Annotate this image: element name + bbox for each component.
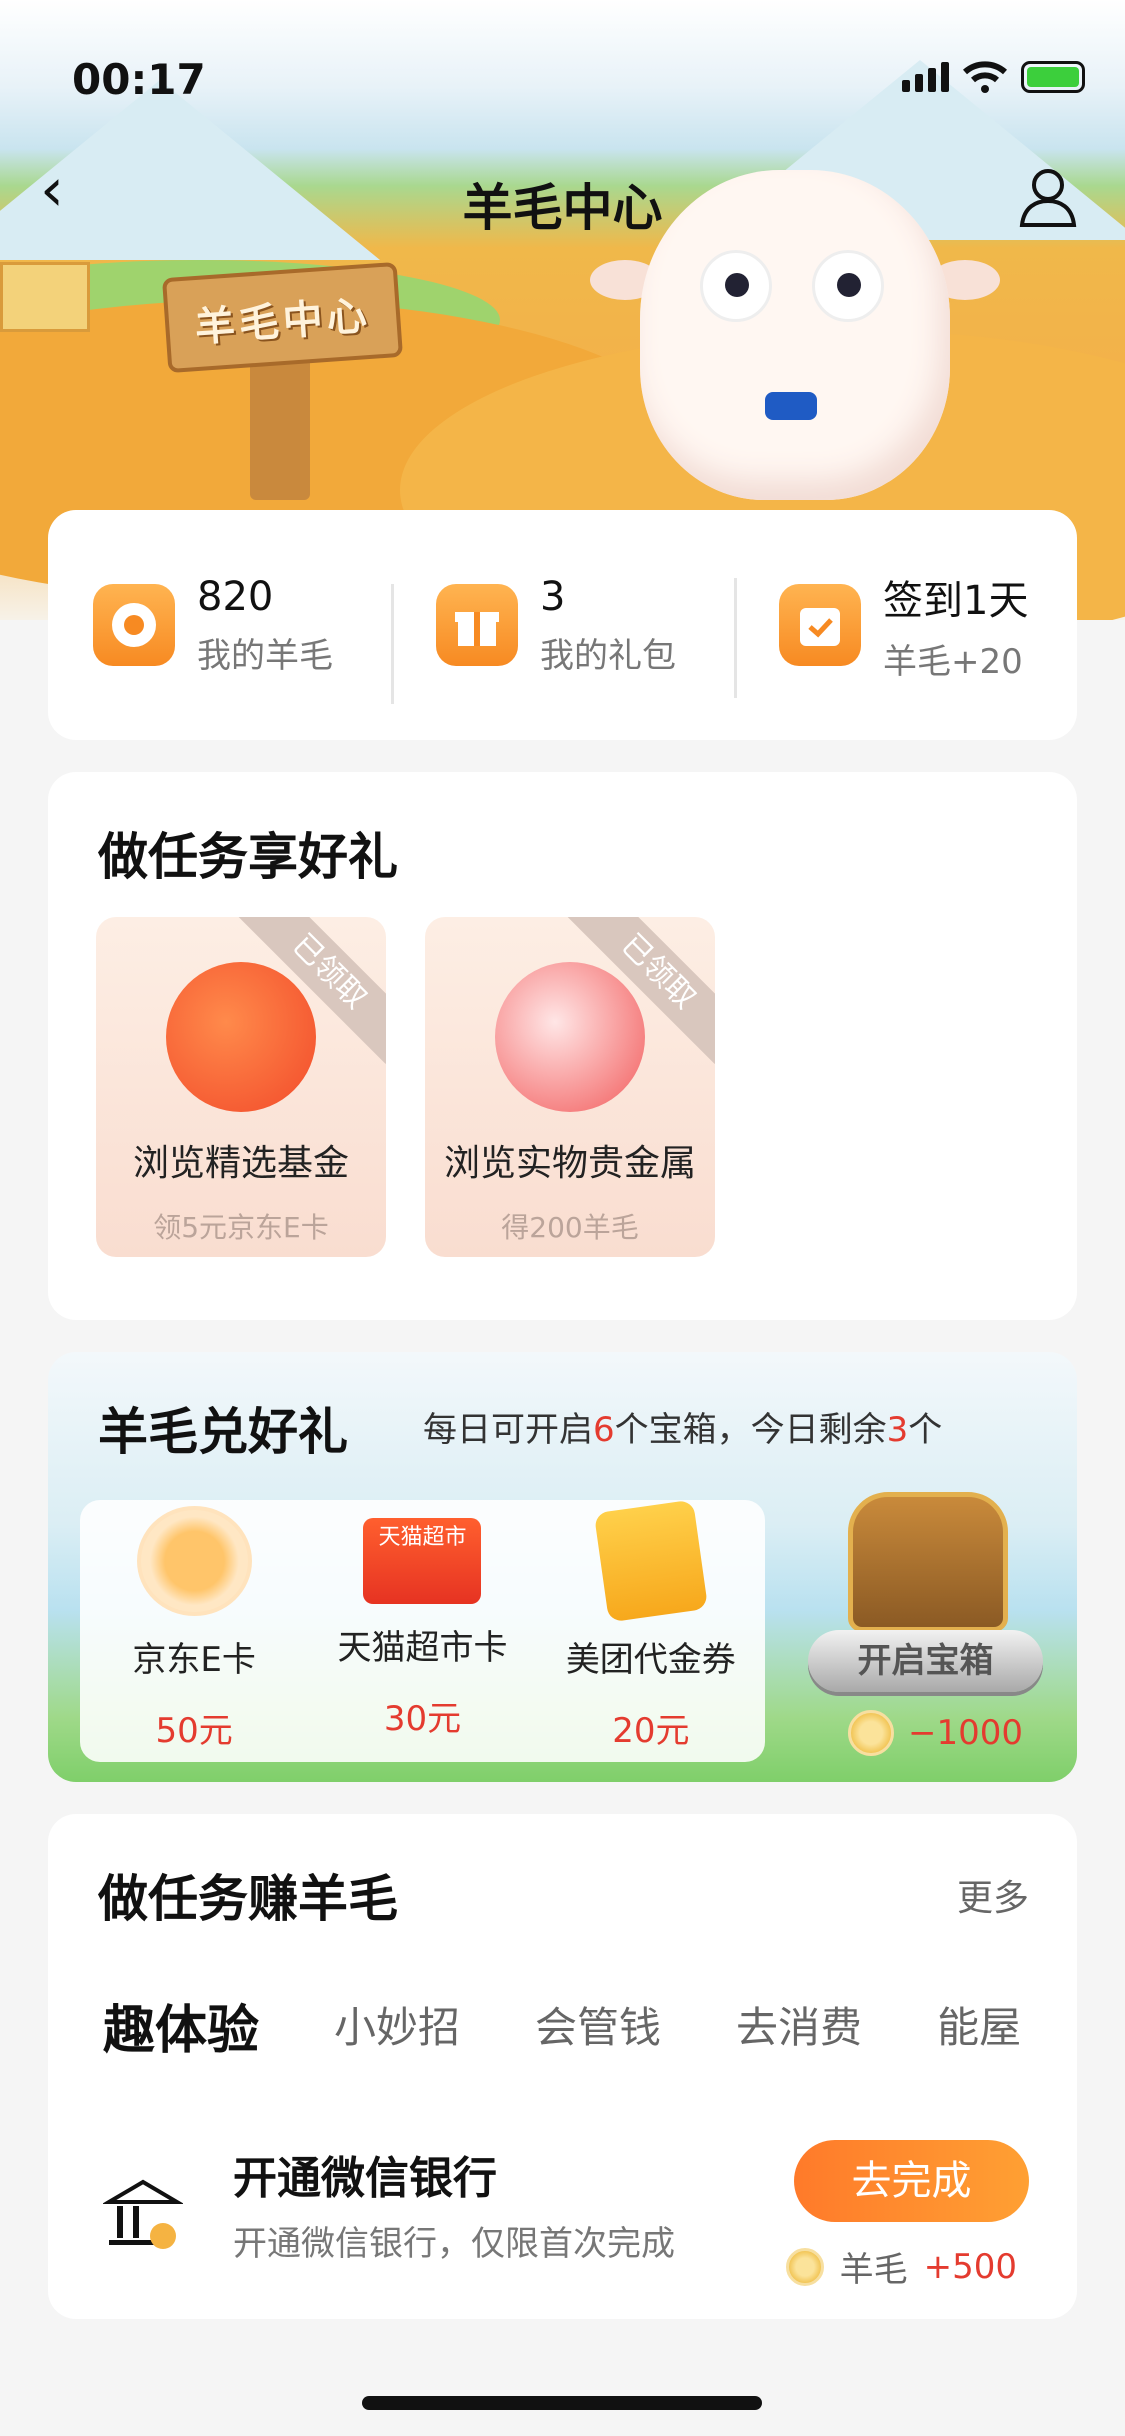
sheep-eye xyxy=(812,250,884,322)
subtitle-count: 6 xyxy=(593,1410,615,1450)
coin-icon xyxy=(848,1710,894,1756)
stat-label: 我的礼包 xyxy=(540,635,676,676)
page-title: 羊毛中心 xyxy=(462,179,663,237)
shop-icon xyxy=(495,962,645,1112)
exchange-item-name: 美团代金券 xyxy=(565,1640,736,1680)
signal-icon xyxy=(902,62,949,92)
subtitle-text: 个 xyxy=(908,1410,943,1450)
section-title: 做任务享好礼 xyxy=(98,828,398,886)
complete-task-button[interactable]: 去完成 xyxy=(794,2140,1029,2222)
task-reward: 羊毛 +500 xyxy=(785,2242,1017,2291)
flower-icon xyxy=(93,584,175,666)
stat-value: 签到1天 xyxy=(883,577,1029,624)
user-icon[interactable] xyxy=(1016,165,1080,229)
tasks-gift-card: 做任务享好礼 已领取 浏览精选基金 领5元京东E卡 已领取 浏览实物贵金属 得2… xyxy=(48,772,1077,1320)
task-title: 开通微信银行 xyxy=(233,2153,497,2204)
stat-label: 我的羊毛 xyxy=(197,635,333,676)
sheep-bowtie xyxy=(765,392,817,420)
gift-task-sub: 得200羊毛 xyxy=(501,1211,639,1244)
sheep-eye xyxy=(700,250,772,322)
stat-value: 820 xyxy=(197,573,274,620)
exchange-items-panel: 京东E卡 50元 天猫超市 天猫超市卡 30元 美团代金券 20元 xyxy=(80,1499,765,1762)
stats-card: 820 我的羊毛 3 我的礼包 签到1天 羊毛+20 xyxy=(48,510,1077,740)
stat-value: 3 xyxy=(540,573,566,620)
wifi-icon xyxy=(963,61,1007,93)
tmall-card-icon: 天猫超市 xyxy=(363,1518,482,1604)
task-row: 开通微信银行 开通微信银行，仅限首次完成 去完成 羊毛 +500 xyxy=(48,2134,1077,2290)
section-title: 羊毛兑好礼 xyxy=(98,1403,348,1461)
exchange-item-price: 30元 xyxy=(383,1699,462,1739)
stat-gift[interactable]: 3 我的礼包 xyxy=(391,573,734,704)
exchange-card: 羊毛兑好礼 每日可开启6个宝箱，今日剩余3个 京东E卡 50元 天猫超市 天猫超… xyxy=(48,1352,1077,1782)
exchange-item-price: 20元 xyxy=(612,1711,690,1751)
treasure-chest-icon[interactable] xyxy=(848,1492,1008,1632)
jd-card-icon xyxy=(136,1506,252,1616)
gift-task-name: 浏览精选基金 xyxy=(132,1143,349,1184)
gift-task-item[interactable]: 已领取 浏览精选基金 领5元京东E卡 xyxy=(96,917,386,1257)
wallet-icon xyxy=(166,962,316,1112)
more-link[interactable]: 更多 xyxy=(957,1869,1029,1921)
chest-cost-value: −1000 xyxy=(908,1713,1024,1753)
tab-spend[interactable]: 去消费 xyxy=(736,1994,862,2063)
exchange-item[interactable]: 天猫超市 天猫超市卡 30元 xyxy=(308,1500,536,1762)
exchange-subtitle: 每日可开启6个宝箱，今日剩余3个 xyxy=(423,1402,942,1451)
tab-fun[interactable]: 趣体验 xyxy=(103,1994,259,2063)
reward-label: 羊毛 xyxy=(839,2250,908,2290)
task-desc: 开通微信银行，仅限首次完成 xyxy=(233,2224,675,2264)
exchange-item-price: 50元 xyxy=(155,1711,233,1751)
exchange-item-name: 京东E卡 xyxy=(132,1640,256,1680)
earn-card: 做任务赚羊毛 更多 趣体验 小妙招 会管钱 去消费 能屋 开通微信银行 开通微信… xyxy=(48,1814,1077,2319)
calendar-check-icon xyxy=(779,584,861,666)
gift-icon xyxy=(436,584,518,666)
exchange-item[interactable]: 美团代金券 20元 xyxy=(537,1499,765,1762)
gift-task-sub: 领5元京东E卡 xyxy=(153,1211,329,1244)
gift-task-item[interactable]: 已领取 浏览实物贵金属 得200羊毛 xyxy=(425,917,715,1257)
hero-sign: 羊毛中心 xyxy=(161,261,404,374)
bank-icon xyxy=(103,2179,183,2249)
tab-more[interactable]: 能屋 xyxy=(937,1994,1021,2063)
home-indicator[interactable] xyxy=(362,2396,762,2410)
reward-value: +500 xyxy=(923,2246,1017,2287)
chest-cost: −1000 xyxy=(848,1710,1023,1756)
subtitle-count: 3 xyxy=(886,1410,909,1450)
battery-icon xyxy=(1021,61,1085,93)
open-chest-button[interactable]: 开启宝箱 xyxy=(808,1630,1043,1692)
tab-tips[interactable]: 小妙招 xyxy=(334,1994,460,2063)
section-title: 做任务赚羊毛 xyxy=(98,1870,398,1928)
house-illustration xyxy=(0,262,90,332)
subtitle-text: 每日可开启 xyxy=(423,1410,593,1450)
subtitle-text: 个宝箱，今日剩余 xyxy=(614,1410,887,1450)
stat-wool[interactable]: 820 我的羊毛 xyxy=(48,574,391,677)
status-icons xyxy=(902,60,1085,94)
stat-checkin[interactable]: 签到1天 羊毛+20 xyxy=(734,568,1077,698)
exchange-item[interactable]: 京东E卡 50元 xyxy=(80,1500,308,1762)
gift-task-name: 浏览实物贵金属 xyxy=(443,1143,696,1184)
status-time: 00:17 xyxy=(72,55,206,104)
coin-icon xyxy=(785,2247,824,2286)
task-tabs: 趣体验 小妙招 会管钱 去消费 能屋 xyxy=(103,1994,1077,2063)
stat-label: 羊毛+20 xyxy=(883,641,1023,682)
meituan-voucher-icon xyxy=(593,1499,708,1623)
exchange-item-name: 天猫超市卡 xyxy=(337,1628,508,1668)
tab-money[interactable]: 会管钱 xyxy=(535,1994,661,2063)
